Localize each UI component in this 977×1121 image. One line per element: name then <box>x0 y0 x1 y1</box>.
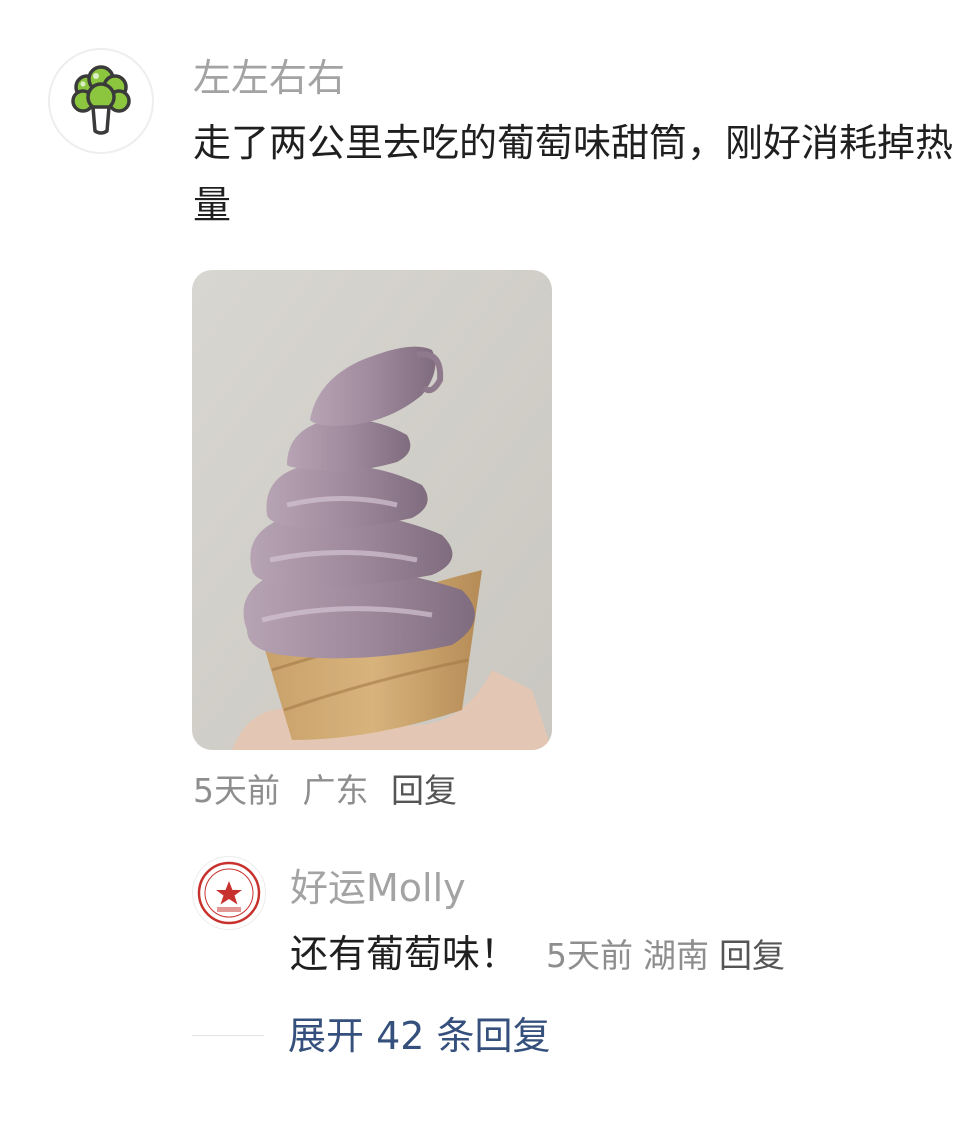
red-star-seal-icon <box>197 861 261 925</box>
comment-reply-button[interactable]: 回复 <box>391 771 457 810</box>
reply-location: 湖南 <box>643 936 710 975</box>
comment-meta: 5天前 广东 回复 <box>193 768 469 814</box>
reply-text: 还有葡萄味！ <box>290 932 519 976</box>
comment-avatar[interactable] <box>48 48 154 154</box>
comment-location: 广东 <box>302 771 369 810</box>
expand-replies-button[interactable]: 展开 42 条回复 <box>288 1010 551 1062</box>
reply-reply-button[interactable]: 回复 <box>719 936 785 975</box>
comment-image[interactable] <box>192 270 552 750</box>
comment-text: 走了两公里去吃的葡萄味甜筒，刚好消耗掉热量 <box>193 121 954 227</box>
reply-author[interactable]: 好运Molly <box>290 862 466 914</box>
reply-avatar[interactable] <box>192 856 266 930</box>
broccoli-icon <box>71 65 131 135</box>
reply-content: 还有葡萄味！ 5天前 湖南 回复 <box>290 926 795 990</box>
reply-meta: 5天前 湖南 回复 <box>546 936 795 975</box>
comment-time: 5天前 <box>193 771 280 810</box>
expand-divider <box>192 1035 264 1036</box>
comment-author[interactable]: 左左右右 <box>193 52 345 104</box>
reply-time: 5天前 <box>546 936 634 975</box>
